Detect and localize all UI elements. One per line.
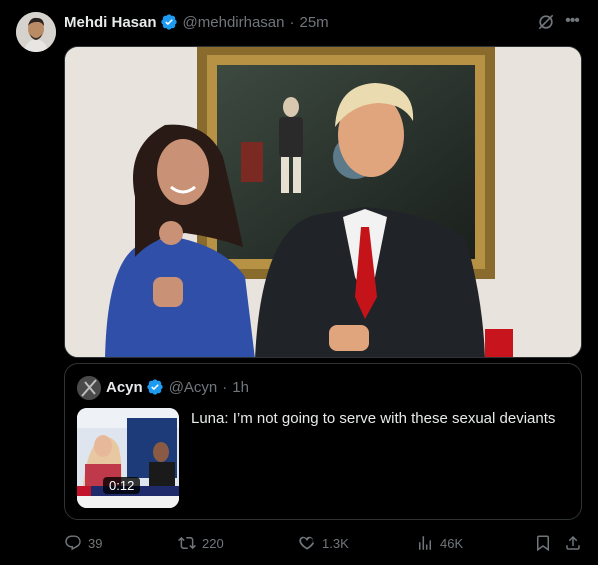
bookmark-icon <box>537 535 549 552</box>
repost-count: 220 <box>202 535 224 551</box>
verified-badge-icon <box>160 14 177 30</box>
author-handle[interactable]: @mehdirhasan <box>183 14 285 31</box>
video-duration: 0:12 <box>103 477 141 494</box>
views-button[interactable]: 46K <box>416 533 463 553</box>
tweet-timestamp[interactable]: 25m <box>299 14 328 31</box>
grok-icon[interactable] <box>536 12 556 32</box>
author-name[interactable]: Mehdi Hasan <box>64 14 157 31</box>
reply-button[interactable]: 39 <box>64 533 102 553</box>
quoted-tweet[interactable]: Acyn @Acyn · 1h 0:12 Luna: I’m not going… <box>64 363 582 520</box>
author-avatar[interactable] <box>16 12 56 52</box>
reply-icon <box>65 535 81 551</box>
quoted-avatar[interactable] <box>77 376 101 400</box>
views-count: 46K <box>440 535 464 551</box>
quoted-handle[interactable]: @Acyn <box>169 379 218 396</box>
bookmark-button[interactable] <box>534 533 552 553</box>
quoted-name[interactable]: Acyn <box>106 379 143 396</box>
quoted-text: Luna: I’m not going to serve with these … <box>191 410 556 427</box>
like-icon <box>299 536 315 550</box>
photo-illustration <box>65 47 581 357</box>
quoted-video-thumbnail[interactable]: 0:12 <box>77 408 179 508</box>
share-icon <box>566 535 580 550</box>
quoted-timestamp[interactable]: 1h <box>232 379 249 396</box>
like-count: 1.3K <box>322 535 349 551</box>
tweet: Mehdi Hasan @mehdirhasan · 25m ••• Acyn … <box>0 0 598 565</box>
repost-icon <box>178 536 196 550</box>
header-separator: · <box>289 13 295 31</box>
tweet-photo[interactable] <box>64 46 582 358</box>
tweet-actions: 39 220 1.3K 46K <box>64 533 582 553</box>
quoted-header: Acyn @Acyn · 1h <box>106 376 249 398</box>
tweet-header: Mehdi Hasan @mehdirhasan · 25m <box>64 12 329 32</box>
verified-badge-icon <box>147 379 163 395</box>
views-icon <box>419 536 431 550</box>
more-icon[interactable]: ••• <box>562 12 582 32</box>
reply-count: 39 <box>88 535 103 551</box>
share-button[interactable] <box>564 533 582 553</box>
like-button[interactable]: 1.3K <box>298 533 349 553</box>
repost-button[interactable]: 220 <box>178 533 224 553</box>
quoted-separator: · <box>222 378 228 396</box>
